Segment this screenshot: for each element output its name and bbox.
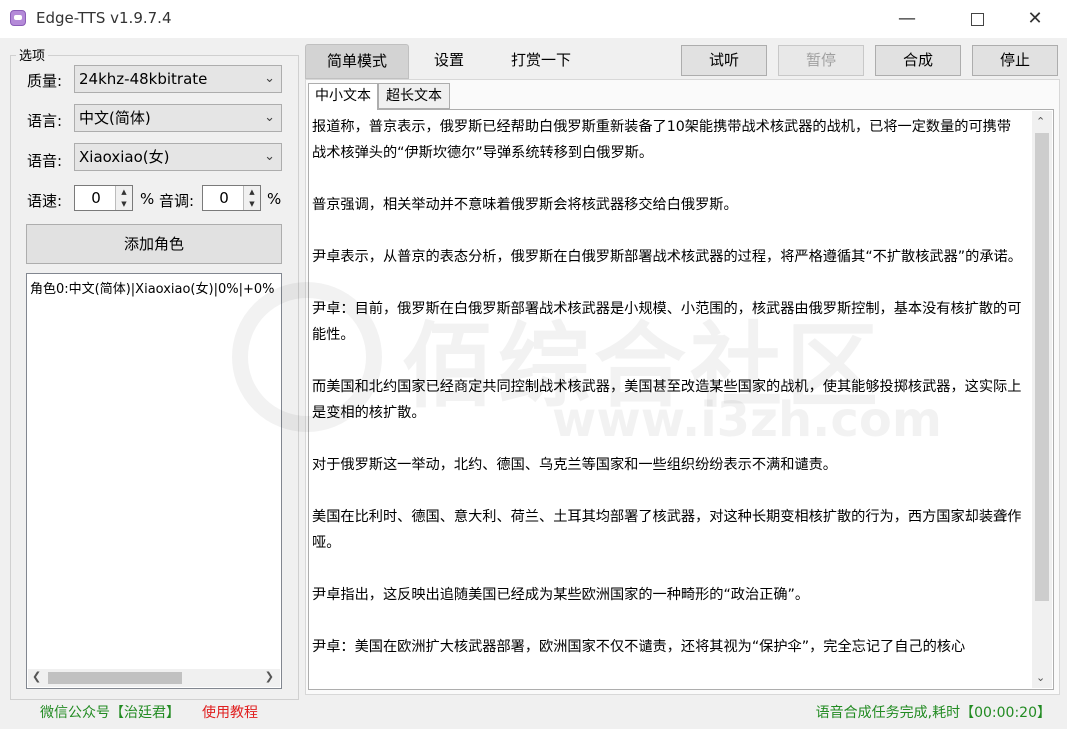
paragraph: 尹卓：美国在欧洲扩大核武器部署，欧洲国家不仅不谴责，还将其视为“保护伞”，完全忘…: [312, 639, 966, 655]
chevron-down-icon: ⌄: [264, 110, 275, 125]
spin-down-icon[interactable]: ▼: [115, 198, 132, 210]
paragraph: 尹卓：目前，俄罗斯在白俄罗斯部署战术核武器是小规模、小范围的，核武器由俄罗斯控制…: [312, 301, 1022, 343]
paragraph: 美国在比利时、德国、意大利、荷兰、土耳其均部署了核武器，对这种长期变相核扩散的行…: [312, 509, 1022, 551]
pitch-value: 0: [219, 189, 229, 207]
scrollbar-thumb[interactable]: [48, 672, 182, 684]
voice-select-value: Xiaoxiao(女): [79, 148, 170, 166]
options-group-title: 选项: [16, 45, 49, 64]
maximize-icon: [970, 12, 984, 26]
rate-value: 0: [91, 189, 101, 207]
paragraph: 尹卓表示，从普京的表态分析，俄罗斯在白俄罗斯部署战术核武器的过程，将严格遵循其“…: [312, 249, 1022, 265]
language-label: 语言:: [27, 112, 63, 130]
synthesize-button[interactable]: 合成: [875, 45, 961, 76]
tab-donate[interactable]: 打赏一下: [497, 44, 585, 79]
wechat-link[interactable]: 微信公众号【治廷君】: [40, 702, 180, 722]
quality-select-value: 24khz-48kbitrate: [79, 70, 208, 88]
chevron-right-icon[interactable]: ❯: [265, 670, 274, 683]
pitch-spinner[interactable]: 0 ▲ ▼: [202, 185, 261, 211]
window-title: Edge-TTS v1.9.7.4: [36, 9, 172, 27]
chevron-up-icon[interactable]: ⌃: [1036, 115, 1045, 128]
title-bar: Edge-TTS v1.9.7.4 — ✕: [0, 0, 1067, 38]
list-item[interactable]: 角色0:中文(简体)|Xiaoxiao(女)|0%|+0%: [30, 278, 274, 297]
horizontal-scrollbar[interactable]: ❮ ❯: [28, 669, 280, 687]
tab-long-text[interactable]: 超长文本: [378, 83, 450, 109]
tab-settings[interactable]: 设置: [417, 44, 481, 79]
editor-content[interactable]: 报道称，普京表示，俄罗斯已经帮助白俄罗斯重新装备了10架能携带战术核武器的战机，…: [312, 114, 1024, 686]
paragraph: 而美国和北约国家已经商定共同控制战术核武器，美国甚至改造某些国家的战机，使其能够…: [312, 379, 1022, 421]
language-select-value: 中文(简体): [79, 109, 151, 127]
add-role-button[interactable]: 添加角色: [26, 224, 282, 264]
paragraph: 对于俄罗斯这一举动，北约、德国、乌克兰等国家和一些组织纷纷表示不满和谴责。: [312, 457, 837, 473]
role-list[interactable]: 角色0:中文(简体)|Xiaoxiao(女)|0%|+0% ❮ ❯: [26, 273, 282, 689]
voice-select[interactable]: Xiaoxiao(女) ⌄: [74, 143, 282, 171]
rate-unit: %: [140, 190, 155, 208]
app-icon: [10, 10, 26, 26]
language-select[interactable]: 中文(简体) ⌄: [74, 104, 282, 132]
status-message: 语音合成任务完成,耗时【00:00:20】: [815, 705, 1051, 721]
pause-button[interactable]: 暂停: [778, 45, 864, 76]
quality-select[interactable]: 24khz-48kbitrate ⌄: [74, 65, 282, 93]
chevron-left-icon[interactable]: ❮: [32, 670, 41, 683]
preview-button[interactable]: 试听: [681, 45, 767, 76]
paragraph: 普京强调，相关举动并不意味着俄罗斯会将核武器移交给白俄罗斯。: [312, 197, 738, 213]
chevron-down-icon: ⌄: [264, 71, 275, 86]
spin-down-icon[interactable]: ▼: [243, 198, 260, 210]
rate-spinner[interactable]: 0 ▲ ▼: [74, 185, 133, 211]
chevron-down-icon[interactable]: ⌄: [1036, 671, 1045, 684]
rate-label: 语速:: [27, 192, 63, 210]
scrollbar-thumb[interactable]: [1035, 133, 1049, 601]
minimize-button[interactable]: —: [884, 0, 930, 38]
tutorial-link[interactable]: 使用教程: [202, 702, 258, 722]
text-editor[interactable]: 报道称，普京表示，俄罗斯已经帮助白俄罗斯重新装备了10架能携带战术核武器的战机，…: [308, 109, 1054, 690]
vertical-scrollbar[interactable]: ⌃ ⌄: [1032, 111, 1052, 688]
stop-button[interactable]: 停止: [972, 45, 1058, 76]
quality-label: 质量:: [27, 72, 63, 90]
tab-simple-mode[interactable]: 简单模式: [305, 44, 409, 79]
pitch-unit: %: [267, 190, 282, 208]
maximize-button[interactable]: [954, 0, 1000, 38]
pitch-label: 音调:: [159, 192, 195, 210]
tab-short-text[interactable]: 中小文本: [308, 83, 378, 110]
paragraph: 尹卓指出，这反映出追随美国已经成为某些欧洲国家的一种畸形的“政治正确”。: [312, 587, 810, 603]
close-button[interactable]: ✕: [1012, 0, 1058, 38]
chevron-down-icon: ⌄: [264, 149, 275, 164]
paragraph: 报道称，普京表示，俄罗斯已经帮助白俄罗斯重新装备了10架能携带战术核武器的战机，…: [312, 119, 1012, 161]
voice-label: 语音:: [27, 152, 63, 170]
